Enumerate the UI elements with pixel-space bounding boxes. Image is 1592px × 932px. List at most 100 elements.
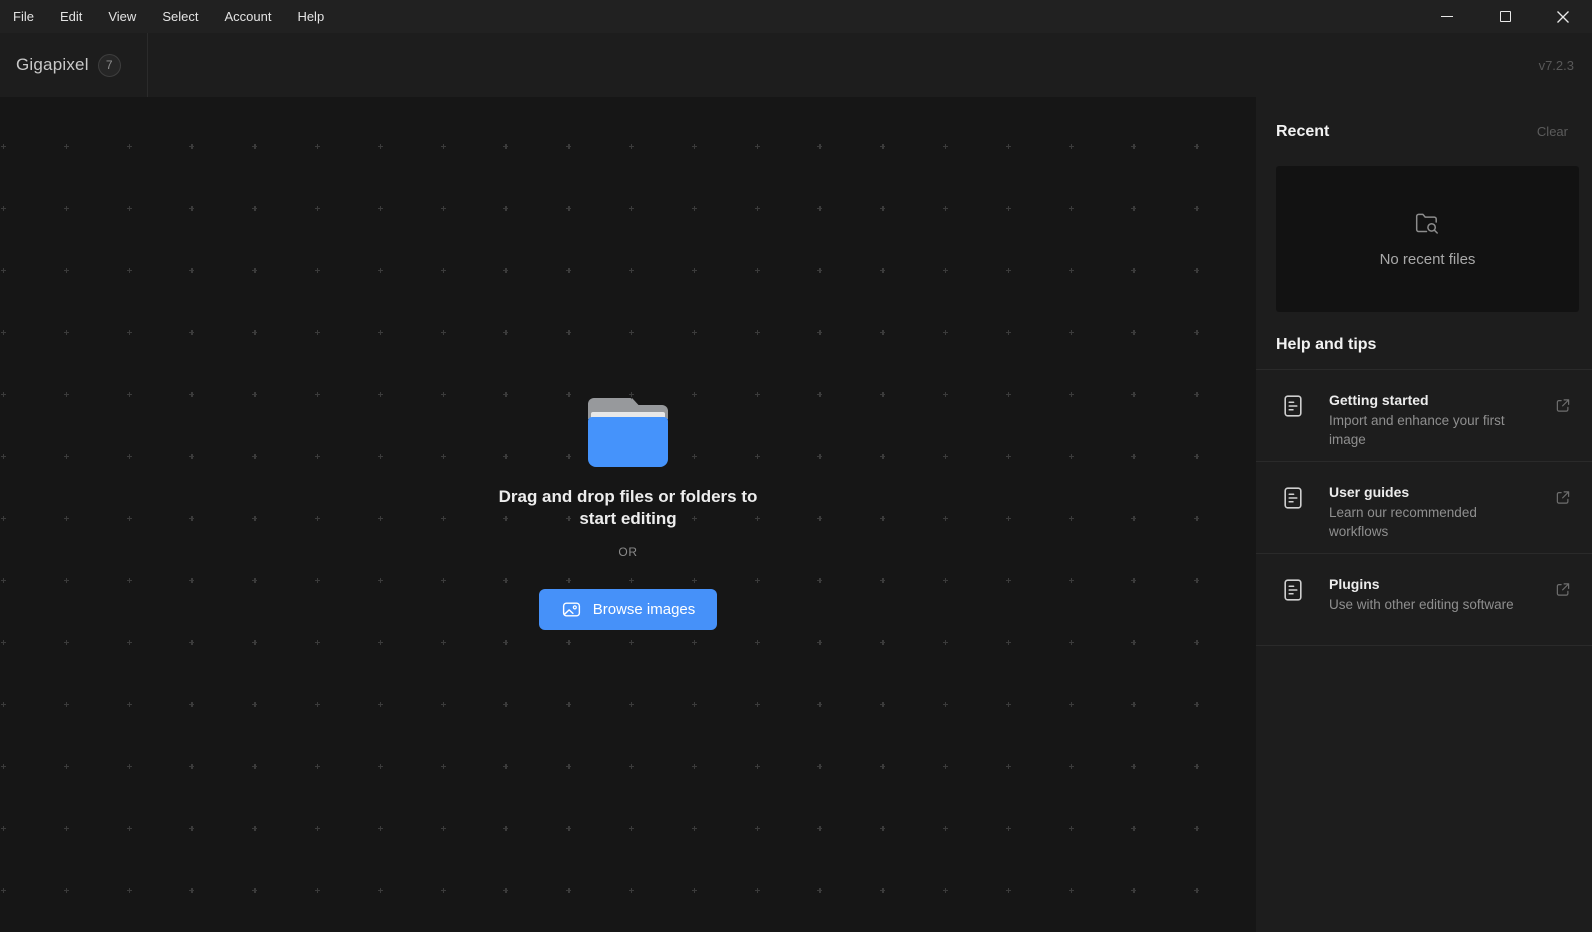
grid-dot [1194,826,1199,831]
help-item-title: Plugins [1329,576,1554,592]
help-item-description: Import and enhance your first image [1329,412,1525,449]
grid-dot [629,268,634,273]
grid-dot [1069,826,1074,831]
grid-dot [943,330,948,335]
editor-canvas[interactable]: Drag and drop files or folders to start … [0,97,1256,932]
grid-dot [1006,764,1011,769]
grid-dot [441,268,446,273]
grid-dot [1006,206,1011,211]
dropzone[interactable]: Drag and drop files or folders to start … [0,398,1256,630]
menu-account[interactable]: Account [211,0,284,33]
grid-dot [629,764,634,769]
grid-dot [378,268,383,273]
grid-dot [566,826,571,831]
grid-dot [127,268,132,273]
grid-dot [315,330,320,335]
external-link-icon [1554,580,1572,599]
grid-dot [943,888,948,893]
help-item-plugins[interactable]: Plugins Use with other editing software [1256,554,1592,646]
app-logo: Gigapixel [16,55,89,75]
grid-dot [503,392,508,397]
grid-dot [880,144,885,149]
grid-dot [378,144,383,149]
grid-dot [566,330,571,335]
grid-dot [1006,330,1011,335]
help-item-description: Learn our recommended workflows [1329,504,1525,541]
close-button[interactable] [1534,0,1592,33]
grid-dot [503,268,508,273]
help-list: Getting started Import and enhance your … [1256,369,1592,646]
clear-recent-button[interactable]: Clear [1537,124,1568,139]
grid-dot [692,640,697,645]
grid-dot [127,888,132,893]
grid-dot [1069,144,1074,149]
grid-dot [1131,888,1136,893]
dropzone-title: Drag and drop files or folders to start … [499,486,758,529]
grid-dot [1131,640,1136,645]
grid-dot [817,268,822,273]
help-item-user-guides[interactable]: User guides Learn our recommended workfl… [1256,462,1592,554]
grid-dot [252,206,257,211]
menu-edit[interactable]: Edit [47,0,95,33]
grid-dot [127,764,132,769]
grid-dot [441,826,446,831]
grid-dot [1,640,6,645]
grid-dot [817,764,822,769]
grid-dot [1194,268,1199,273]
grid-dot [64,144,69,149]
close-icon [1556,10,1570,24]
grid-dot [189,330,194,335]
grid-dot [1131,392,1136,397]
grid-dot [566,268,571,273]
grid-dot [1194,144,1199,149]
document-icon [1284,579,1302,601]
grid-dot [503,640,508,645]
folder-search-icon [1414,211,1441,236]
grid-dot [189,640,194,645]
minimize-button[interactable] [1418,0,1476,33]
menu-file[interactable]: File [13,0,47,33]
grid-dot [252,826,257,831]
browse-images-button[interactable]: Browse images [539,589,718,630]
grid-dot [503,702,508,707]
maximize-button[interactable] [1476,0,1534,33]
grid-dot [1,764,6,769]
help-item-getting-started[interactable]: Getting started Import and enhance your … [1256,370,1592,462]
grid-dot [189,888,194,893]
grid-dot [943,268,948,273]
grid-dot [566,144,571,149]
recent-title: Recent [1276,123,1329,141]
grid-dot [1131,206,1136,211]
grid-dot [1194,764,1199,769]
grid-dot [943,702,948,707]
grid-dot [1,144,6,149]
grid-dot [880,702,885,707]
grid-dot [1,206,6,211]
grid-dot [880,268,885,273]
menu-view[interactable]: View [95,0,149,33]
grid-dot [315,702,320,707]
grid-dot [692,702,697,707]
help-item-title: User guides [1329,484,1554,500]
document-icon [1284,395,1302,417]
grid-dot [1194,330,1199,335]
help-item-description: Use with other editing software [1329,596,1525,615]
grid-dot [503,144,508,149]
grid-dot [441,640,446,645]
grid-dot [692,392,697,397]
grid-dot [503,888,508,893]
grid-dot [1194,640,1199,645]
grid-dot [189,392,194,397]
grid-dot [64,826,69,831]
grid-dot [1,392,6,397]
grid-dot [64,206,69,211]
menu-help[interactable]: Help [284,0,337,33]
grid-dot [315,206,320,211]
grid-dot [755,144,760,149]
grid-dot [503,330,508,335]
recent-header: Recent Clear [1256,123,1592,141]
grid-dot [629,330,634,335]
external-link-icon [1554,488,1572,507]
grid-dot [378,392,383,397]
menu-select[interactable]: Select [149,0,211,33]
